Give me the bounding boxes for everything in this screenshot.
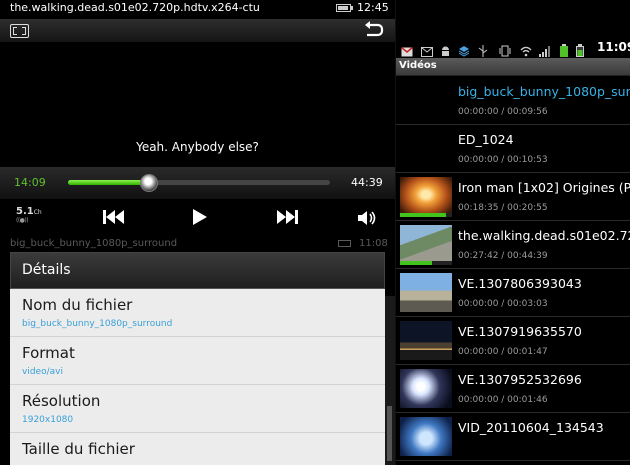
video-time: 00:00:00 / 00:03:03 (458, 299, 548, 309)
details-list: Nom du fichier big_buck_bunny_1080p_surr… (10, 289, 385, 465)
audio-badge-value: 5.1 (16, 206, 34, 217)
subtitle-text: Yeah. Anybody else? (136, 140, 259, 154)
details-row: Résolution 1920x1080 (10, 385, 385, 433)
video-list-screen: 11:09 Vidéos big_buck_bunny_1080p_surrou… (395, 0, 630, 465)
watch-progress-bar (400, 261, 452, 265)
details-dialog-header: Détails (10, 252, 385, 289)
watch-progress-bar (400, 213, 452, 217)
video-thumbnail (400, 129, 452, 168)
signal-icon (539, 42, 550, 57)
email-icon (421, 42, 433, 57)
video-thumbnail (400, 369, 452, 408)
next-icon[interactable] (276, 209, 298, 229)
list-item[interactable]: the.walking.dead.s01e02.720p 00:27:42 / … (396, 221, 630, 269)
list-status-bar: 11:09 (396, 38, 630, 58)
android-icon (440, 42, 451, 56)
details-value: video/avi (22, 367, 63, 377)
video-time: 00:18:35 / 00:20:55 (458, 203, 548, 213)
seek-progress-fill (68, 180, 150, 185)
video-thumbnail (400, 81, 452, 120)
background-battery-icon (338, 240, 351, 247)
background-file-title: big_buck_bunny_1080p_surround (10, 238, 178, 249)
video-time: 00:00:00 / 00:09:56 (458, 107, 548, 117)
details-label: Nom du fichier (22, 296, 133, 314)
player-status-bar: the.walking.dead.s01e02.720p.hdtv.x264-c… (0, 0, 395, 17)
video-time: 00:27:42 / 00:44:39 (458, 251, 548, 261)
volume-icon[interactable] (357, 210, 377, 230)
video-player-screen: the.walking.dead.s01e02.720p.hdtv.x264-c… (0, 0, 395, 465)
video-thumbnail (400, 177, 452, 216)
video-name: VE.1307806393043 (458, 276, 582, 291)
video-file-title: the.walking.dead.s01e02.720p.hdtv.x264-c… (10, 1, 260, 14)
details-row: Nom du fichier big_buck_bunny_1080p_surr… (10, 289, 385, 337)
battery-icon (576, 42, 587, 57)
seek-bar: 14:09 44:39 (0, 167, 395, 199)
list-item[interactable]: VE.1307806393043 00:00:00 / 00:03:03 (396, 269, 630, 317)
video-name: VID_20110604_134543 (458, 420, 604, 435)
video-name: big_buck_bunny_1080p_surround (458, 84, 630, 99)
details-row: Taille du fichier (10, 433, 385, 465)
video-name: VE.1307919635570 (458, 324, 582, 339)
surround-sound-badge[interactable]: 5.1Ch ((●)) (16, 206, 44, 232)
details-row: Format video/avi (10, 337, 385, 385)
play-icon[interactable] (192, 208, 208, 230)
scrollbar[interactable] (385, 296, 395, 465)
list-item[interactable]: ED_1024 00:00:00 / 00:10:53 (396, 125, 630, 173)
video-name: Iron man [1x02] Origines (Pa (458, 180, 630, 195)
video-thumbnail (400, 321, 452, 360)
list-item[interactable]: VE.1307952532696 00:00:00 / 00:01:46 (396, 365, 630, 413)
layers-icon (458, 42, 470, 57)
video-thumbnail (400, 273, 452, 312)
playback-controls: 5.1Ch ((●)) (0, 200, 395, 236)
seek-thumb[interactable] (140, 174, 159, 192)
list-item[interactable]: VE.1307919635570 00:00:00 / 00:01:47 (396, 317, 630, 365)
list-status-clock: 11:09 (597, 40, 630, 54)
background-clock: 11:08 (359, 238, 388, 249)
list-item[interactable]: big_buck_bunny_1080p_surround 00:00:00 /… (396, 77, 630, 125)
previous-icon[interactable] (103, 209, 125, 229)
list-item[interactable]: VID_20110604_134543 (396, 413, 630, 461)
player-top-bar (0, 19, 395, 43)
video-thumbnail (400, 417, 452, 456)
back-arrow-icon[interactable] (362, 21, 384, 41)
total-duration: 44:39 (351, 176, 383, 189)
fullscreen-icon[interactable] (10, 24, 29, 38)
background-status-bar: big_buck_bunny_1080p_surround 11:08 (0, 237, 395, 251)
vibrate-icon (499, 42, 511, 57)
video-thumbnail (400, 225, 452, 264)
current-time: 14:09 (14, 176, 46, 189)
video-time: 00:00:00 / 00:01:47 (458, 347, 548, 357)
gmail-icon (401, 42, 413, 57)
audio-wave-icon: ((●)) (16, 217, 29, 224)
audio-badge-suffix: Ch (33, 209, 42, 216)
details-label: Taille du fichier (22, 440, 135, 458)
list-item[interactable]: Iron man [1x02] Origines (Pa 00:18:35 / … (396, 173, 630, 221)
video-name: ED_1024 (458, 132, 514, 147)
details-value: big_buck_bunny_1080p_surround (22, 319, 173, 329)
status-clock: 12:45 (357, 1, 389, 14)
battery-charging-icon (560, 42, 571, 57)
details-dialog-title: Détails (22, 262, 71, 278)
battery-icon (336, 4, 353, 12)
videos-header: Vidéos (396, 58, 630, 76)
details-value: 1920x1080 (22, 415, 74, 425)
details-label: Résolution (22, 392, 101, 410)
usb-icon (478, 42, 489, 57)
seek-track[interactable] (68, 174, 330, 192)
video-time: 00:00:00 / 00:10:53 (458, 155, 548, 165)
video-time: 00:00:00 / 00:01:46 (458, 395, 548, 405)
videos-header-title: Vidéos (399, 60, 437, 71)
video-name: the.walking.dead.s01e02.720p (458, 228, 630, 243)
details-label: Format (22, 344, 75, 362)
details-dialog: Détails Nom du fichier big_buck_bunny_10… (10, 252, 385, 465)
wifi-icon (520, 42, 532, 57)
video-list: big_buck_bunny_1080p_surround 00:00:00 /… (396, 77, 630, 461)
video-name: VE.1307952532696 (458, 372, 582, 387)
